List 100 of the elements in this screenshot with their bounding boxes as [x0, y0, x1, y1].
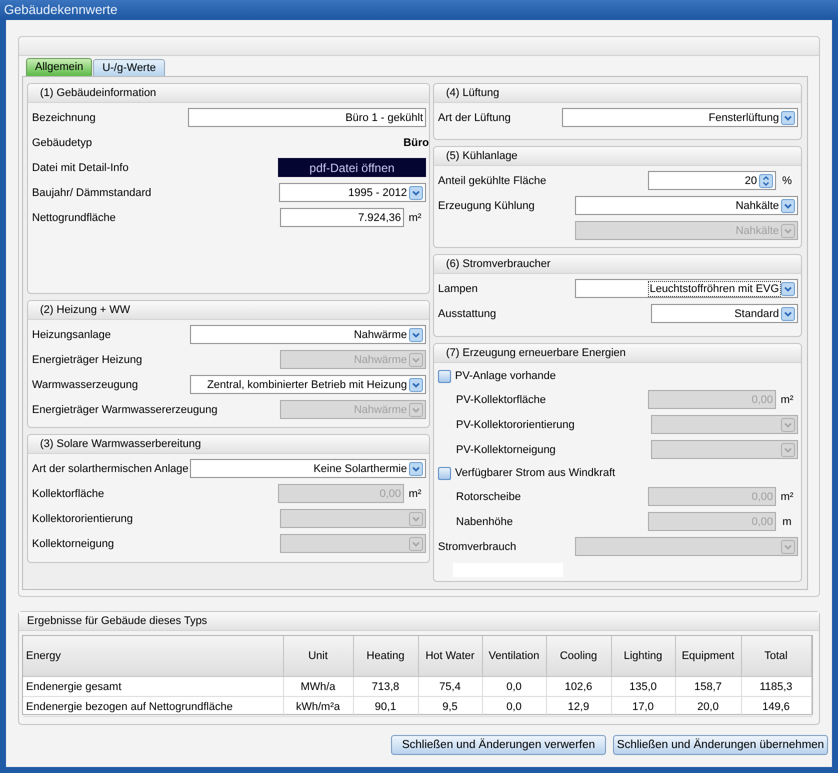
chevron-down-icon	[781, 224, 795, 238]
field-label: Nabenhöhe	[456, 516, 514, 528]
table-cell: 90,1	[353, 696, 418, 716]
column-header: Energy	[23, 636, 283, 676]
field-label: Kollektorfläche	[32, 488, 106, 500]
field-label: PV-Kollektorneigung	[456, 444, 557, 456]
field-label: Art der Lüftung	[438, 112, 512, 124]
chevron-down-icon	[409, 378, 423, 392]
table-cell: 149,6	[741, 696, 811, 716]
field-label: PV-Kollektororientierung	[456, 418, 576, 430]
chevron-down-icon	[781, 540, 795, 554]
field-label: Energieträger Warmwassererzeugung	[32, 404, 218, 416]
checkbox-label[interactable]: Verfügbarer Strom aus Windkraft	[455, 467, 798, 479]
field-label: Art der solarthermischen Anlage	[32, 462, 190, 474]
dialog-button[interactable]: Schließen und Änderungen verwerfen	[391, 735, 606, 755]
number-field[interactable]: 7.924,36	[280, 208, 404, 227]
unit-label: m	[781, 516, 793, 528]
dropdown[interactable]: Nahkälte	[575, 196, 798, 215]
dropdown[interactable]: Keine Solarthermie	[190, 459, 426, 478]
table-cell: 713,8	[353, 676, 418, 696]
field-label: Erzeugung Kühlung	[438, 200, 536, 212]
table-cell: 12,9	[546, 696, 611, 716]
dropdown[interactable]: 1995 - 2012	[279, 183, 426, 202]
table-cell: 9,5	[418, 696, 482, 716]
table-cell: 135,0	[611, 676, 675, 696]
table-cell: Endenergie bezogen auf Nettogrundfläche	[23, 696, 283, 716]
field-label: Rotorscheibe	[456, 490, 522, 502]
unit-label: m²	[408, 212, 422, 224]
unit-label: m²	[408, 488, 422, 500]
value-text: Büro	[403, 136, 429, 148]
field-label: Gebäudetyp	[32, 136, 93, 148]
table-cell: 0,0	[482, 696, 546, 716]
chevron-down-icon	[409, 402, 423, 416]
column-header: Total	[741, 636, 811, 676]
table-cell: 1185,3	[741, 676, 811, 696]
table-cell: 0,0	[482, 676, 546, 696]
dropdown[interactable]: Fensterlüftung	[562, 108, 798, 127]
chevron-down-icon	[409, 536, 423, 550]
field-label: Anteil gekühlte Fläche	[438, 174, 548, 186]
section-header: (1) Gebäudeinformation	[28, 84, 429, 103]
open-pdf-button[interactable]: pdf-Datei öffnen	[278, 158, 426, 177]
column-header: Cooling	[546, 636, 611, 676]
section-header: (2) Heizung + WW	[28, 301, 429, 320]
field-label: Kollektororientierung	[32, 512, 134, 524]
field-label: Datei mit Detail-Info	[32, 162, 130, 174]
section-header: (5) Kühlanlage	[434, 147, 801, 166]
chevron-down-icon	[409, 328, 423, 342]
field-label: Bezeichnung	[32, 112, 97, 124]
section-header: (3) Solare Warmwasserbereitung	[28, 435, 429, 454]
chevron-down-icon	[409, 512, 423, 526]
field-label: Stromverbrauch	[438, 540, 518, 552]
column-header: Unit	[283, 636, 353, 676]
field-label: Baujahr/ Dämmstandard	[32, 186, 152, 198]
chevron-down-icon	[409, 186, 423, 200]
spin-field[interactable]: 20	[648, 171, 776, 190]
unit-label: %	[781, 174, 793, 186]
spin-arrows-icon	[759, 174, 773, 188]
table-cell: kWh/m²a	[283, 696, 353, 716]
chevron-down-icon	[781, 306, 795, 320]
column-header: Lighting	[611, 636, 675, 676]
section-header: (7) Erzeugung erneuerbare Energien	[434, 344, 801, 363]
window-title: Gebäudekennwerte	[0, 0, 838, 20]
column-header: Heating	[353, 636, 418, 676]
table-cell: 102,6	[546, 676, 611, 696]
field-label: Nettogrundfläche	[32, 212, 117, 224]
dropdown[interactable]: Nahwärme	[190, 325, 426, 344]
field-label: Warmwasserzeugung	[32, 378, 139, 390]
field-label: Ausstattung	[438, 308, 498, 320]
unit-label: m²	[780, 490, 794, 502]
table-cell: 17,0	[611, 696, 675, 716]
column-header: Equipment	[675, 636, 741, 676]
checkbox[interactable]	[438, 370, 451, 382]
chevron-down-icon	[409, 462, 423, 476]
checkbox[interactable]	[438, 466, 451, 480]
chevron-down-icon	[409, 352, 423, 366]
unit-label: m²	[780, 394, 794, 406]
column-header: Hot Water	[418, 636, 482, 676]
dropdown[interactable]: Standard	[651, 304, 798, 323]
table-cell: MWh/a	[283, 676, 353, 696]
column-header: Ventilation	[482, 636, 546, 676]
field-label: Heizungsanlage	[32, 328, 112, 340]
table-cell: 158,7	[675, 676, 741, 696]
checkbox-label[interactable]: PV-Anlage vorhande	[455, 370, 798, 382]
table-cell: Endenergie gesamt	[23, 676, 283, 696]
chevron-down-icon	[781, 198, 795, 212]
section-header: (6) Stromverbraucher	[434, 255, 801, 274]
text-field[interactable]: Büro 1 - gekühlt	[188, 108, 426, 127]
section-header: (4) Lüftung	[434, 84, 801, 103]
group-header: Ergebnisse für Gebäude dieses Typs	[19, 612, 819, 631]
dialog-button[interactable]: Schließen und Änderungen übernehmen	[613, 735, 828, 755]
field-label: PV-Kollektorfläche	[456, 394, 547, 406]
chevron-down-icon	[781, 110, 795, 124]
dropdown[interactable]: Leuchtstoffröhren mit EVG	[575, 279, 798, 298]
field-label: Lampen	[438, 282, 479, 294]
tab[interactable]: U-/g-Werte	[93, 59, 165, 76]
table-cell: 75,4	[418, 676, 482, 696]
tab[interactable]: Allgemein	[26, 58, 92, 76]
dropdown[interactable]: Zentral, kombinierter Betrieb mit Heizung	[190, 375, 426, 394]
chevron-down-icon	[781, 418, 795, 432]
field-label: Kollektorneigung	[32, 538, 115, 550]
